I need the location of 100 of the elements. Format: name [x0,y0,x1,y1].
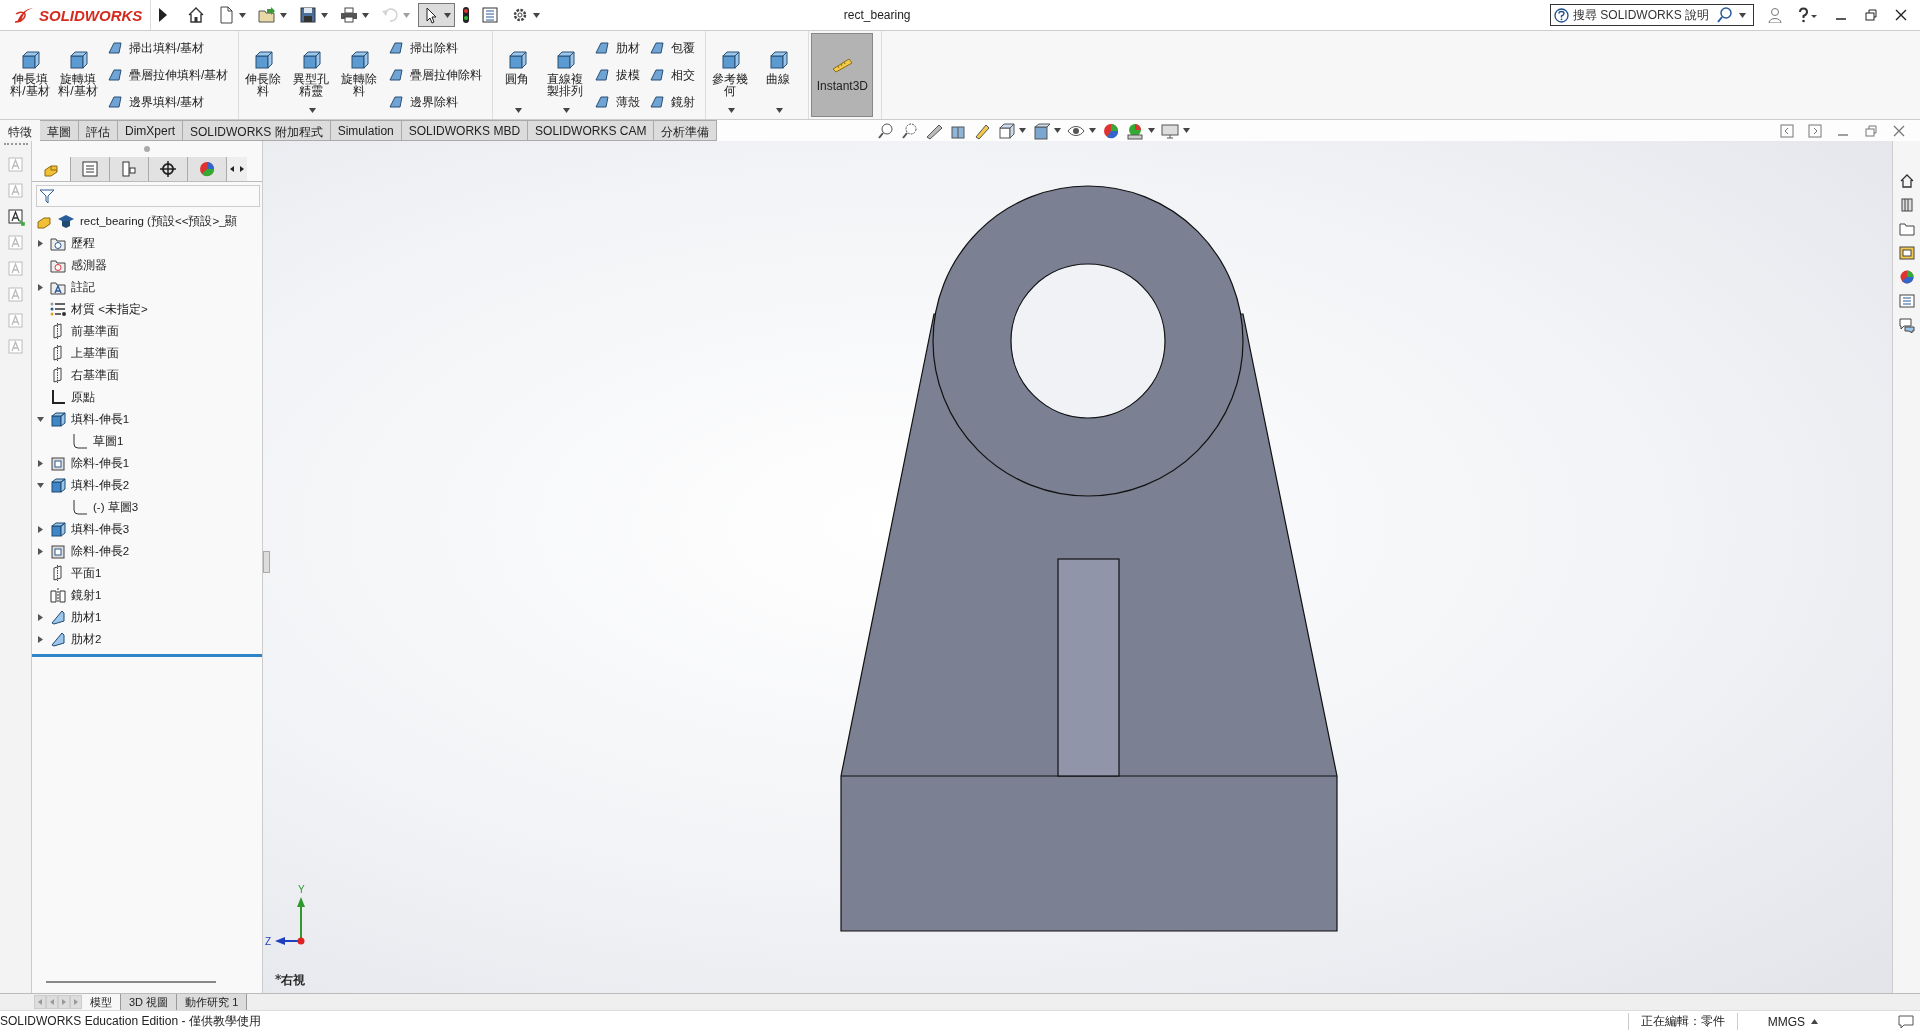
expand-arrow-icon[interactable] [36,458,45,468]
library-icon[interactable] [1898,197,1915,213]
chat-icon[interactable] [1898,1014,1914,1029]
custom-properties-icon[interactable] [1898,293,1915,309]
tree-item[interactable]: 上基準面 [71,345,119,361]
zoom-to-area-icon[interactable] [901,121,920,140]
ribbon-button[interactable]: 肋材 [593,39,641,57]
ribbon-button[interactable]: 邊界除料 [387,93,483,111]
tree-item[interactable]: 感測器 [71,257,107,273]
command-tab[interactable]: 評估 [79,120,118,141]
caret-icon[interactable] [1019,128,1027,133]
command-tab[interactable]: 草圖 [40,120,79,141]
caret-icon[interactable] [1148,128,1156,133]
tree-item[interactable]: 填料-伸長1 [71,411,130,427]
ribbon-button[interactable]: 相交 [648,66,696,84]
ribbon-button[interactable]: 掃出填料/基材 [106,39,229,57]
ribbon-button[interactable]: 邊界填料/基材 [106,93,229,111]
ribbon-button[interactable]: 鏡射 [648,93,696,111]
caret-icon[interactable] [1054,128,1062,133]
search-field[interactable]: 搜尋 SOLIDWORKS 說明 [1550,4,1754,26]
property-manager-icon[interactable] [81,160,99,178]
filter-field[interactable] [36,185,260,207]
scroll-bar[interactable] [46,981,216,983]
configuration-manager-icon[interactable] [120,160,138,178]
ribbon-button[interactable]: 包覆 [648,39,696,57]
ribbon-button[interactable]: 曲線 [756,35,801,115]
ribbon-button[interactable]: 薄殼 [593,93,641,111]
tree-item[interactable]: 除料-伸長2 [71,543,130,559]
tree-item[interactable]: 肋材1 [71,609,102,625]
ribbon-button[interactable]: 旋轉除料 [337,35,382,115]
right-panel-icon[interactable] [1808,123,1822,138]
command-tab[interactable]: Simulation [330,120,402,141]
command-tab[interactable]: SOLIDWORKS CAM [528,120,655,141]
ribbon-button[interactable]: 伸長除料 [241,35,286,115]
view-orientation-icon[interactable] [997,121,1016,140]
zoom-to-fit-icon[interactable] [877,121,896,140]
ribbon-button[interactable]: 圓角 [495,35,540,115]
ribbon-button[interactable]: 直線複製排列 [543,35,588,115]
tree-item[interactable]: 平面1 [71,565,102,581]
display-manager-icon[interactable] [198,160,216,178]
expand-arrow-icon[interactable] [36,546,45,556]
ribbon-button[interactable]: 拔模 [593,66,641,84]
grip-handle[interactable] [3,143,28,148]
display-style-icon[interactable] [1032,121,1051,140]
expand-arrow-icon[interactable] [36,634,45,644]
folder-icon[interactable] [1898,221,1915,237]
dimxpert-icon[interactable] [159,160,177,178]
user-icon[interactable] [1768,7,1782,23]
expand-arrow-icon[interactable] [36,612,45,622]
instant3d-button[interactable]: Instant3D [811,33,874,117]
tree-item[interactable]: 填料-伸長2 [71,477,130,493]
expand-arrow-icon[interactable] [36,282,45,292]
appearance-icon[interactable] [1102,121,1121,140]
monitor-icon[interactable] [1161,121,1180,140]
units-button[interactable]: MMGS [1767,1014,1818,1029]
tree-item[interactable]: 鏡射1 [71,587,102,603]
tree-item[interactable]: 填料-伸長3 [71,521,130,537]
ribbon-button[interactable]: 疊層拉伸填料/基材 [106,66,229,84]
view-palette-icon[interactable] [1898,245,1915,261]
ribbon-button[interactable]: 掃出除料 [387,39,483,57]
quick-access-button[interactable] [418,3,456,27]
restore-icon[interactable] [1864,8,1878,22]
forum-icon[interactable] [1898,317,1915,333]
caret-icon[interactable] [1089,128,1097,133]
appearance-icon[interactable] [1898,269,1915,285]
collapse-handle-icon[interactable] [143,145,151,153]
tree-item[interactable]: 除料-伸長1 [71,455,130,471]
tree-item[interactable]: rect_bearing (預設<<預設>_顯 [80,213,238,229]
home-icon[interactable] [1898,173,1915,189]
ribbon-button[interactable]: 異型孔精靈 [289,35,334,115]
expand-arrow-icon[interactable] [36,524,45,534]
command-tab[interactable]: SOLIDWORKS 附加程式 [183,120,331,141]
annotation-import-icon[interactable] [6,208,25,226]
expand-arrow-icon[interactable] [36,238,45,248]
scene-icon[interactable] [1126,121,1145,140]
command-tab[interactable]: 特徵 [0,120,40,141]
tree-item[interactable]: 肋材2 [71,631,102,647]
command-tab[interactable]: 分析準備 [654,120,718,141]
caret-icon[interactable] [1183,128,1191,133]
left-panel-icon[interactable] [1780,123,1794,138]
collapse-arrow-icon[interactable] [36,480,45,490]
tree-item[interactable]: (-) 草圖3 [93,499,139,515]
ribbon-button[interactable]: 伸長填料/基材 [8,35,52,115]
ribbon-button[interactable]: 旋轉填料/基材 [56,35,100,115]
model-tab[interactable]: 動作研究 1 [177,994,248,1010]
command-tab[interactable]: SOLIDWORKS MBD [401,120,529,141]
ribbon-button[interactable]: 參考幾何 [708,35,753,115]
tree-item[interactable]: 前基準面 [71,323,119,339]
close-icon[interactable] [1894,8,1908,22]
model-tab[interactable]: 模型 [82,994,121,1010]
help-menu-icon[interactable] [1798,7,1818,23]
tree-item[interactable]: 原點 [71,389,95,405]
tree-item[interactable]: 歷程 [71,235,95,251]
ribbon-button[interactable]: 疊層拉伸除料 [387,66,483,84]
tree-item[interactable]: 材質 <未指定> [71,301,148,317]
tree-item[interactable]: 右基準面 [71,367,119,383]
tree-item[interactable]: 草圖1 [93,433,124,449]
command-tab[interactable]: DimXpert [118,120,183,141]
model-tab[interactable]: 3D 視圖 [121,994,178,1010]
tree-item[interactable]: 註記 [71,279,95,295]
